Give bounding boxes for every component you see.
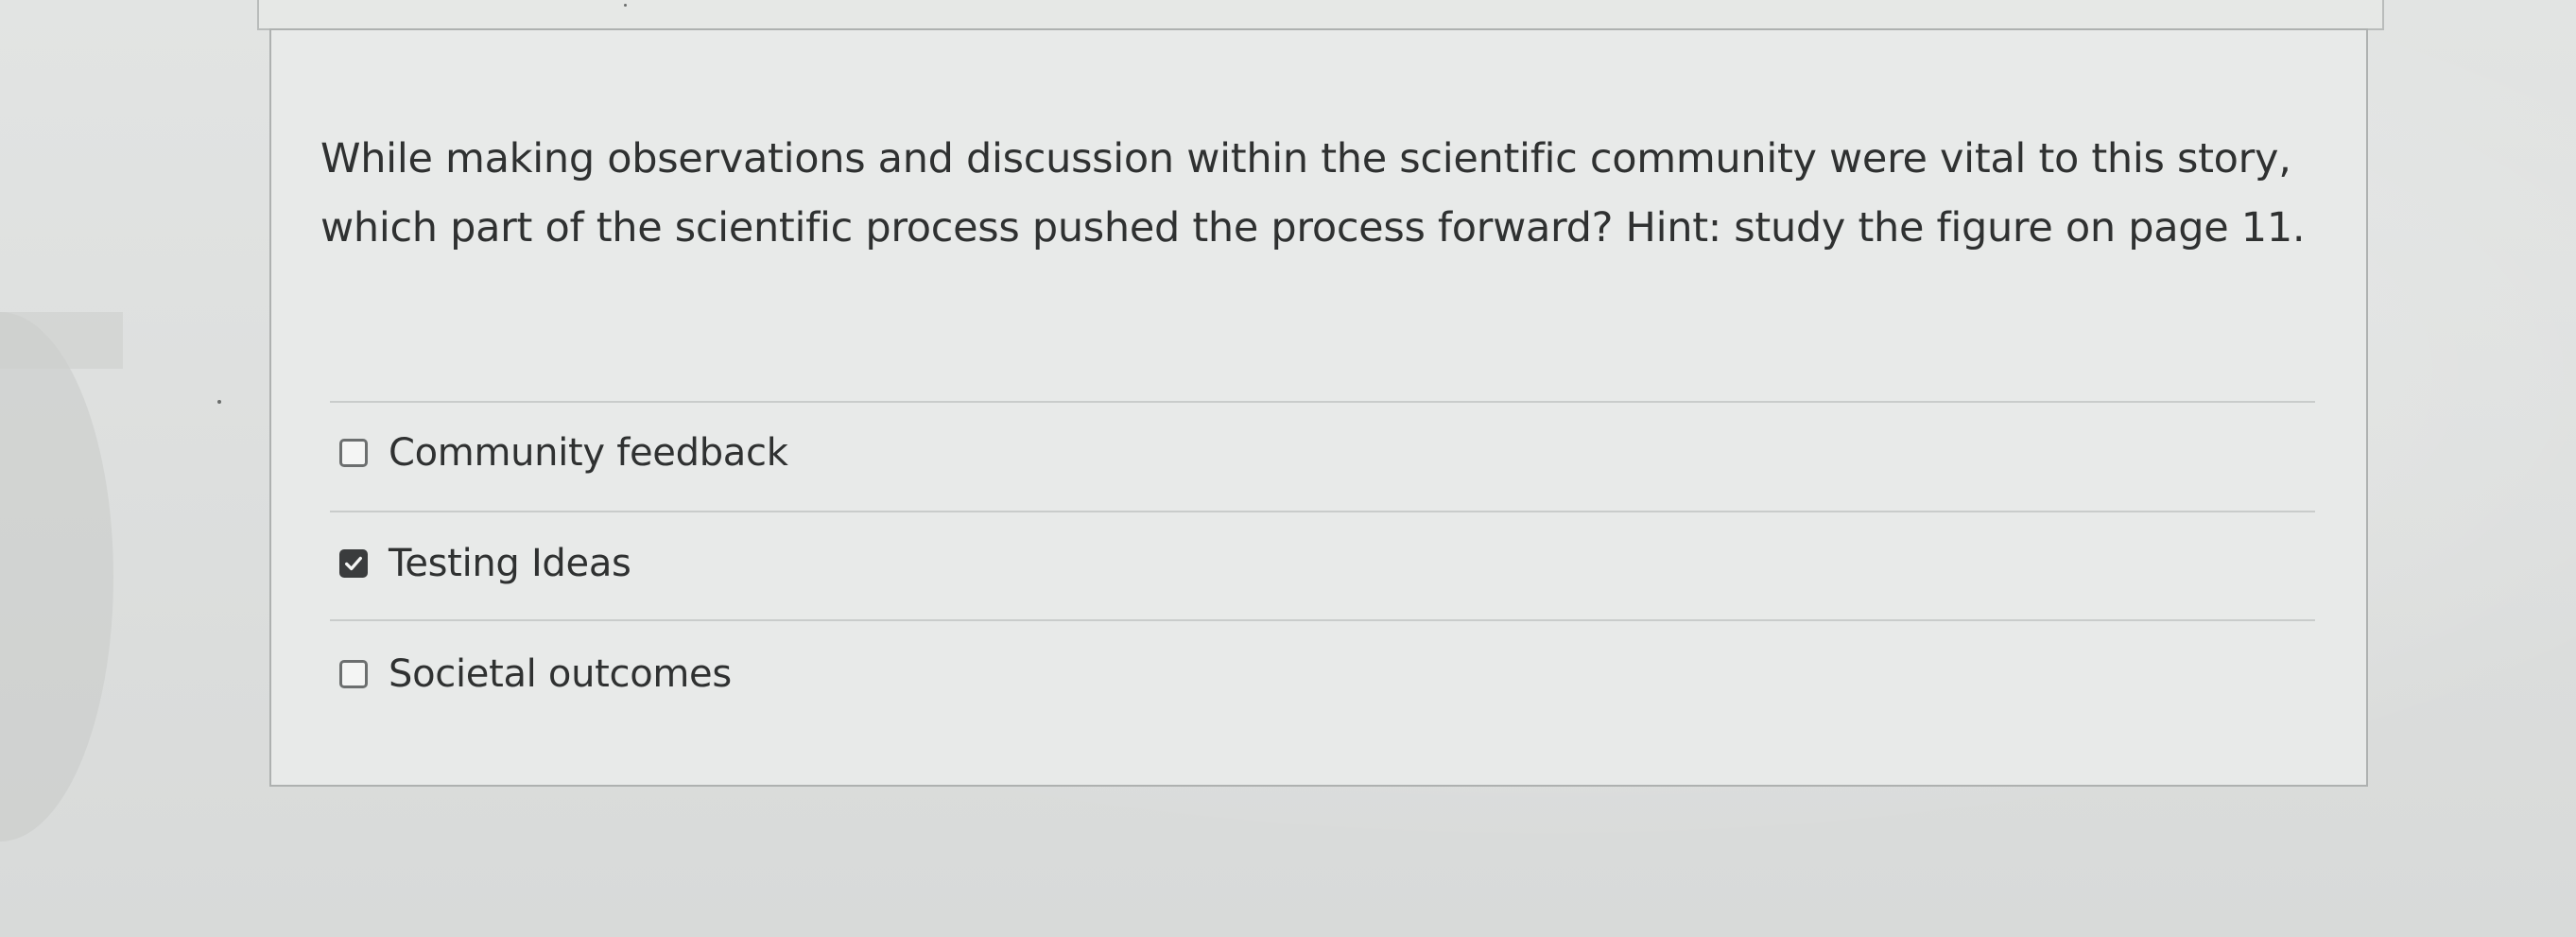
answer-option-societal-outcomes[interactable]: Societal outcomes <box>339 646 732 703</box>
background-band <box>0 312 123 369</box>
answer-option-testing-ideas[interactable]: Testing Ideas <box>339 535 631 592</box>
question-card: While making observations and discussion… <box>269 28 2368 787</box>
answer-divider <box>330 619 2315 621</box>
answer-divider <box>330 401 2315 403</box>
answer-option-community-feedback[interactable]: Community feedback <box>339 425 788 481</box>
checkmark-icon <box>345 556 362 571</box>
answer-label: Societal outcomes <box>389 652 732 696</box>
previous-question-panel <box>257 0 2384 30</box>
dust-dot <box>217 400 221 404</box>
checkbox-unchecked-icon[interactable] <box>339 660 368 688</box>
answer-label: Community feedback <box>389 431 788 475</box>
checkbox-checked-icon[interactable] <box>339 549 368 578</box>
dust-dot <box>624 4 627 7</box>
question-text: While making observations and discussion… <box>320 135 2306 252</box>
answer-label: Testing Ideas <box>389 542 631 585</box>
answer-divider <box>330 511 2315 512</box>
checkbox-unchecked-icon[interactable] <box>339 439 368 467</box>
